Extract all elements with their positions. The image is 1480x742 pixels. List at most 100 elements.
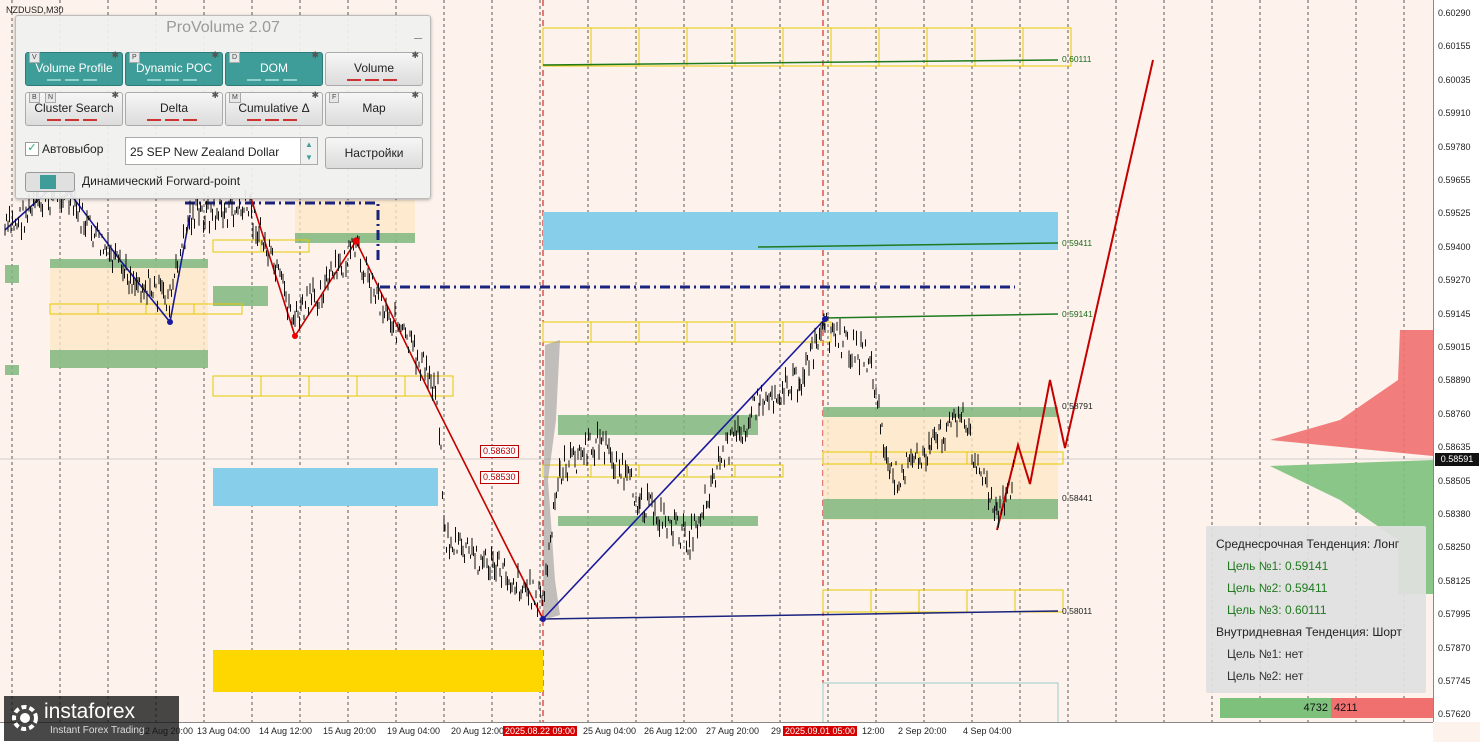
button-label: Volume Profile [35,61,113,75]
map-button[interactable]: F ✱ Map [325,90,423,126]
button-label: Volume [353,61,395,75]
yellow-cell [686,464,736,478]
autoselect-checkbox[interactable]: ✓ [25,142,39,156]
price-tick: 0.59655 [1438,175,1471,185]
buy-volume: 4732 [1220,698,1331,718]
yellow-cell [734,27,784,67]
gear-logo-icon [12,705,38,731]
yellow-cell [822,589,872,613]
indicator-dots [234,79,314,82]
minimize-button[interactable]: _ [414,23,422,39]
green-zone [823,407,1058,417]
provolume-panel[interactable]: ProVolume 2.07 _ V ✱ Volume Profile P ✱ … [15,15,431,199]
contract-select[interactable]: 25 SEP New Zealand Dollar ▲ ▼ [125,137,318,165]
hotkey-badge: N [45,92,57,103]
yellow-cell [356,375,406,397]
price-box-label-1: 0.58630 [480,445,519,458]
volume-profile-button[interactable]: V ✱ Volume Profile [25,50,123,86]
medium-target-2: Цель №2: 0.59411 [1227,581,1328,595]
yellow-cell [212,375,262,397]
hotkey-badge: V [29,52,40,63]
yellow-cell [734,321,784,343]
yellow-cell [966,589,1016,613]
blue-zone [213,468,438,506]
dom-button[interactable]: D ✱ DOM [225,50,323,86]
time-tick: 29 [771,726,782,736]
yellow-cell [918,589,968,613]
cluster-search-button[interactable]: B N ✱ Cluster Search [25,90,123,126]
time-tick: 2 Sep 20:00 [898,726,947,736]
autoselect-label: Автовыбор [42,142,104,156]
symbol-label: NZDUSD,M30 [6,5,64,15]
price-tick: 0.58760 [1438,408,1471,419]
intraday-target-1: Цель №1: нет [1227,647,1304,661]
time-axis[interactable]: 12 Aug 20:0013 Aug 04:0014 Aug 12:0015 A… [0,722,1433,742]
time-tick: 20 Aug 12:00 [451,726,505,736]
price-tick: 0.58125 [1438,575,1471,586]
gear-icon[interactable]: ✱ [211,90,219,100]
sell-volume: 4211 [1331,698,1433,718]
gear-icon[interactable]: ✱ [211,50,219,60]
button-label: Dynamic POC [135,61,212,75]
intraday-trend-title: Внутридневная Тенденция: Шорт [1216,625,1402,639]
dom-sell [1270,330,1433,456]
time-tick: 26 Aug 12:00 [644,726,698,736]
spinner-arrows-icon[interactable]: ▲ ▼ [300,138,317,164]
level-line-6 [542,610,1059,620]
yellow-cell [542,321,592,343]
yellow-cell [782,27,832,67]
price-tick: 0.59400 [1438,241,1471,252]
price-tick: 0.59270 [1438,275,1471,286]
gear-icon[interactable]: ✱ [311,90,319,100]
button-label: Настройки [344,146,404,160]
green-zone [5,365,19,375]
indicator-dots [34,119,114,122]
price-axis[interactable]: 0.60290 0.60155 0.60035 0.59910 0.59780 0.596… [1433,0,1480,722]
price-tick: 0.57870 [1438,642,1471,653]
buy-sell-volume-bar: 4732 4211 [1220,698,1433,718]
price-tick: 0.60155 [1438,41,1471,52]
yellow-cell [830,27,880,67]
button-label: Map [362,101,386,115]
panel-title: ProVolume 2.07 [166,19,280,36]
current-price-tag: 0.58591 [1435,453,1479,466]
toggle-knob [40,175,56,189]
medium-target-1: Цель №1: 0.59141 [1227,559,1329,573]
hotkey-badge: D [229,52,241,63]
swing-point [352,237,360,245]
volume-button[interactable]: ✱ Volume [325,50,423,86]
yellow-cell [870,589,920,613]
forward-point-toggle[interactable] [25,172,75,192]
price-tick: 0.60035 [1438,74,1471,85]
level-label-3: 0.59141 [1062,309,1093,319]
yellow-cell [686,321,736,343]
volume-profile [543,340,560,620]
logo-tagline: Instant Forex Trading [50,725,145,736]
medium-target-3: Цель №3: 0.60111 [1227,603,1327,617]
price-tick: 0.59145 [1438,308,1471,319]
price-chart[interactable]: NZDUSD,M30 0.60111 0.59411 0.59141 0.587… [0,0,1433,722]
gear-icon[interactable]: ✱ [411,90,419,100]
indicator-dots [34,79,114,82]
price-tick: 0.58505 [1438,475,1471,486]
yellow-cell [542,27,592,67]
indicator-dots [234,119,314,122]
swing-point [822,316,828,322]
yellow-cell [260,375,310,397]
yellow-cell [878,27,928,67]
button-label: Cumulative Δ [238,101,310,115]
cumulative-delta-button[interactable]: M ✱ Cumulative Δ [225,90,323,126]
gear-icon[interactable]: ✱ [111,50,119,60]
gear-icon[interactable]: ✱ [111,90,119,100]
price-tick: 0.59525 [1438,208,1471,219]
time-tick: 2025.08.22 09:00 [503,726,578,736]
dynamic-poc-button[interactable]: P ✱ Dynamic POC [125,50,223,86]
settings-button[interactable]: Настройки [325,137,423,169]
button-label: Delta [159,101,188,115]
gear-icon[interactable]: ✱ [311,50,319,60]
gear-icon[interactable]: ✱ [411,50,419,60]
time-tick: 4 Sep 04:00 [963,726,1012,736]
time-tick: 15 Aug 20:00 [323,726,377,736]
hotkey-badge: F [329,92,340,103]
delta-button[interactable]: ✱ Delta [125,90,223,126]
